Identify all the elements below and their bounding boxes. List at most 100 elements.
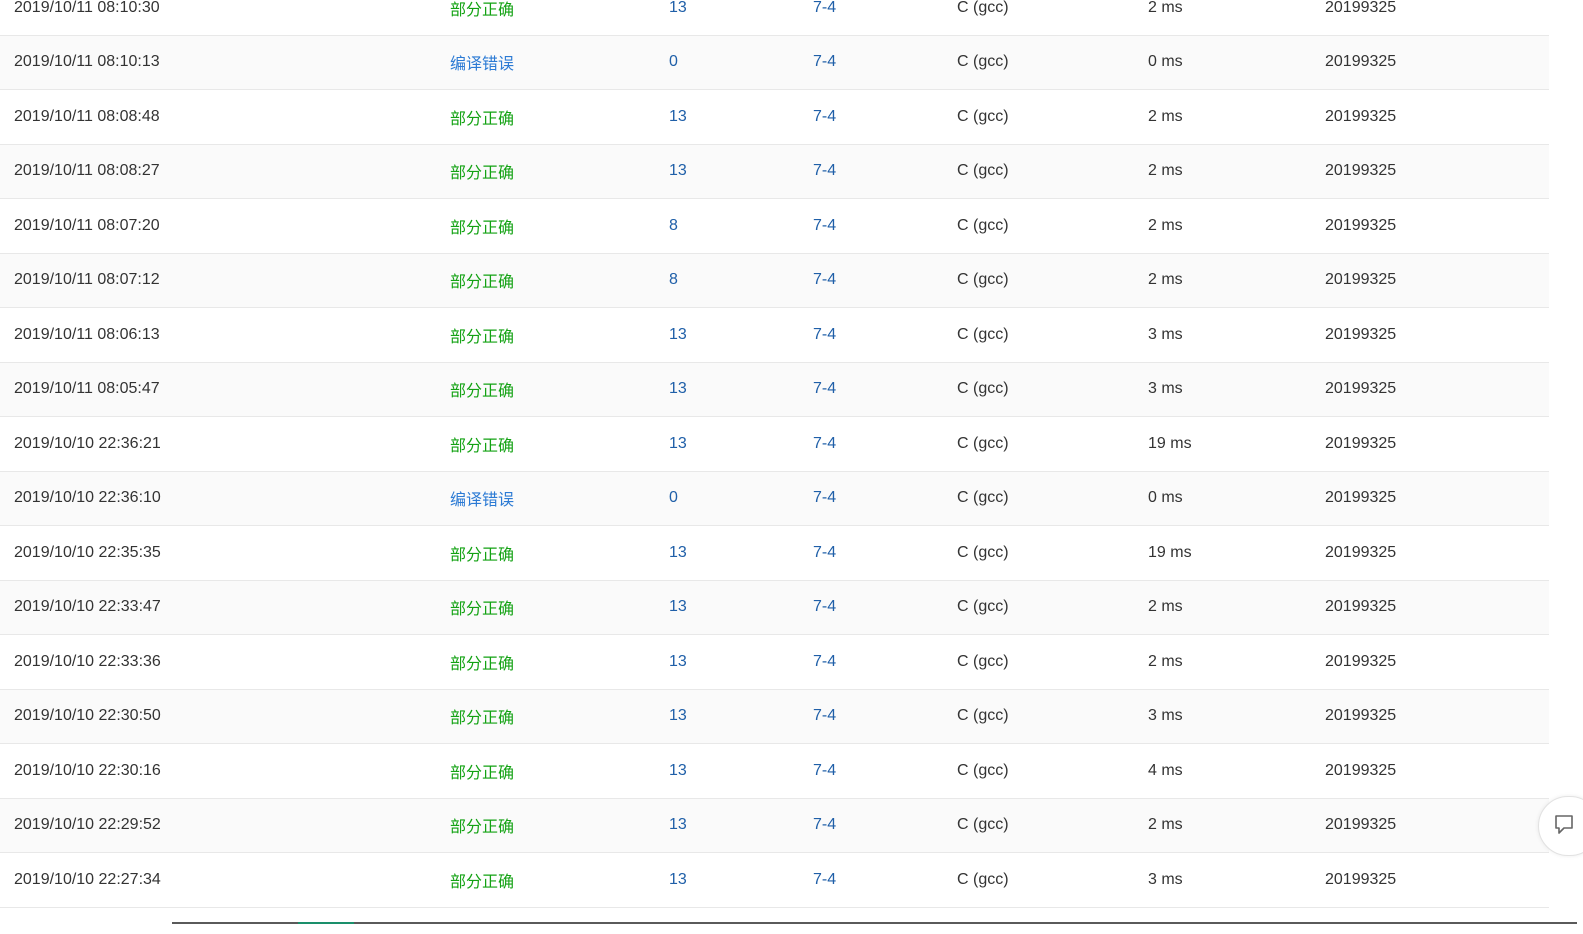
problem-link[interactable]: 7-4 [813, 598, 836, 616]
problem-link[interactable]: 7-4 [813, 435, 836, 453]
submission-user: 20199325 [1325, 107, 1397, 125]
problem-link[interactable]: 7-4 [813, 326, 836, 344]
submission-status-link[interactable]: 部分正确 [450, 704, 514, 728]
submission-score-link[interactable]: 8 [669, 217, 678, 235]
submission-status-link[interactable]: 部分正确 [450, 214, 514, 238]
submission-time-used: 0 ms [1148, 53, 1183, 71]
submission-user: 20199325 [1325, 325, 1397, 343]
table-row: 2019/10/11 08:07:12 部分正确 8 7-4 C (gcc) 2 ms 20… [0, 253, 1549, 308]
submission-score-link[interactable]: 13 [669, 762, 687, 780]
submission-score-link[interactable]: 13 [669, 108, 687, 126]
submission-score-link[interactable]: 13 [669, 326, 687, 344]
table-row: 2019/10/11 08:06:13 部分正确 13 7-4 C (gcc) 3 ms 2… [0, 308, 1549, 363]
submission-status-link[interactable]: 编译错误 [450, 486, 514, 510]
problem-link[interactable]: 7-4 [813, 816, 836, 834]
submission-score-link[interactable]: 0 [669, 489, 678, 507]
submission-time: 2019/10/11 08:07:12 [14, 271, 160, 289]
submission-user: 20199325 [1325, 216, 1397, 234]
submission-compiler: C (gcc) [957, 162, 1009, 180]
submission-score-link[interactable]: 13 [669, 435, 687, 453]
submission-user: 20199325 [1325, 816, 1397, 834]
submission-status-link[interactable]: 部分正确 [450, 105, 514, 129]
submissions-table: 2019/10/11 08:10:30 部分正确 13 7-4 C (gcc) 2 ms 2… [0, 0, 1549, 908]
submission-time: 2019/10/11 08:10:13 [14, 53, 160, 71]
problem-link[interactable]: 7-4 [813, 707, 836, 725]
submission-time-used: 0 ms [1148, 489, 1183, 507]
problem-link[interactable]: 7-4 [813, 762, 836, 780]
submission-score-link[interactable]: 13 [669, 598, 687, 616]
problem-link[interactable]: 7-4 [813, 162, 836, 180]
horizontal-scrollbar-thumb[interactable] [298, 922, 354, 924]
submission-time-used: 19 ms [1148, 434, 1192, 452]
submission-time-used: 2 ms [1148, 107, 1183, 125]
problem-link[interactable]: 7-4 [813, 108, 836, 126]
table-row: 2019/10/10 22:30:50 部分正确 13 7-4 C (gcc) 3 ms 2… [0, 689, 1549, 744]
submission-compiler: C (gcc) [957, 53, 1009, 71]
problem-link[interactable]: 7-4 [813, 380, 836, 398]
submission-score-link[interactable]: 13 [669, 653, 687, 671]
problem-link[interactable]: 7-4 [813, 544, 836, 562]
submission-status-link[interactable]: 部分正确 [450, 377, 514, 401]
submission-score-link[interactable]: 13 [669, 871, 687, 889]
submission-time-used: 2 ms [1148, 598, 1183, 616]
submission-compiler: C (gcc) [957, 0, 1009, 16]
submission-status-link[interactable]: 部分正确 [450, 868, 514, 892]
submission-status-link[interactable]: 部分正确 [450, 268, 514, 292]
submission-time: 2019/10/11 08:06:13 [14, 325, 160, 343]
problem-link[interactable]: 7-4 [813, 53, 836, 71]
problem-link[interactable]: 7-4 [813, 271, 836, 289]
submission-status-link[interactable]: 部分正确 [450, 0, 514, 20]
submission-status-link[interactable]: 部分正确 [450, 650, 514, 674]
submission-status-link[interactable]: 部分正确 [450, 541, 514, 565]
submission-score-link[interactable]: 8 [669, 271, 678, 289]
submission-status-link[interactable]: 编译错误 [450, 50, 514, 74]
submission-status-link[interactable]: 部分正确 [450, 432, 514, 456]
submission-compiler: C (gcc) [957, 761, 1009, 779]
table-row: 2019/10/10 22:35:35 部分正确 13 7-4 C (gcc) 19 ms… [0, 526, 1549, 581]
submission-score-link[interactable]: 13 [669, 0, 687, 17]
submission-time-used: 3 ms [1148, 707, 1183, 725]
problem-link[interactable]: 7-4 [813, 0, 836, 17]
submission-time: 2019/10/11 08:07:20 [14, 216, 160, 234]
submission-time-used: 2 ms [1148, 216, 1183, 234]
submission-compiler: C (gcc) [957, 380, 1009, 398]
problem-link[interactable]: 7-4 [813, 489, 836, 507]
table-row: 2019/10/10 22:33:47 部分正确 13 7-4 C (gcc) 2 ms 2… [0, 580, 1549, 635]
submission-score-link[interactable]: 13 [669, 707, 687, 725]
submission-user: 20199325 [1325, 598, 1397, 616]
submission-time: 2019/10/10 22:36:21 [14, 434, 161, 452]
submission-compiler: C (gcc) [957, 434, 1009, 452]
submission-user: 20199325 [1325, 652, 1397, 670]
submission-user: 20199325 [1325, 707, 1397, 725]
submission-status-link[interactable]: 部分正确 [450, 159, 514, 183]
horizontal-scrollbar[interactable] [172, 922, 1577, 924]
submission-status-link[interactable]: 部分正确 [450, 759, 514, 783]
submission-score-link[interactable]: 13 [669, 544, 687, 562]
submission-compiler: C (gcc) [957, 543, 1009, 561]
submission-status-link[interactable]: 部分正确 [450, 813, 514, 837]
table-row: 2019/10/10 22:27:34 部分正确 13 7-4 C (gcc) 3 ms 2… [0, 853, 1549, 908]
table-row: 2019/10/11 08:05:47 部分正确 13 7-4 C (gcc) 3 ms 2… [0, 362, 1549, 417]
submission-time-used: 3 ms [1148, 380, 1183, 398]
submission-time-used: 4 ms [1148, 761, 1183, 779]
submission-user: 20199325 [1325, 0, 1397, 16]
submission-user: 20199325 [1325, 870, 1397, 888]
problem-link[interactable]: 7-4 [813, 871, 836, 889]
submission-score-link[interactable]: 13 [669, 816, 687, 834]
submission-compiler: C (gcc) [957, 870, 1009, 888]
submission-time-used: 2 ms [1148, 162, 1183, 180]
feedback-icon [1555, 815, 1573, 834]
problem-link[interactable]: 7-4 [813, 217, 836, 235]
submission-score-link[interactable]: 0 [669, 53, 678, 71]
submission-score-link[interactable]: 13 [669, 380, 687, 398]
table-row: 2019/10/10 22:29:52 部分正确 13 7-4 C (gcc) 2 ms 2… [0, 798, 1549, 853]
submission-score-link[interactable]: 13 [669, 162, 687, 180]
submission-status-link[interactable]: 部分正确 [450, 323, 514, 347]
submission-status-link[interactable]: 部分正确 [450, 595, 514, 619]
submission-compiler: C (gcc) [957, 489, 1009, 507]
submission-compiler: C (gcc) [957, 325, 1009, 343]
problem-link[interactable]: 7-4 [813, 653, 836, 671]
submission-compiler: C (gcc) [957, 598, 1009, 616]
submission-time: 2019/10/11 08:08:48 [14, 107, 160, 125]
submission-time-used: 3 ms [1148, 325, 1183, 343]
